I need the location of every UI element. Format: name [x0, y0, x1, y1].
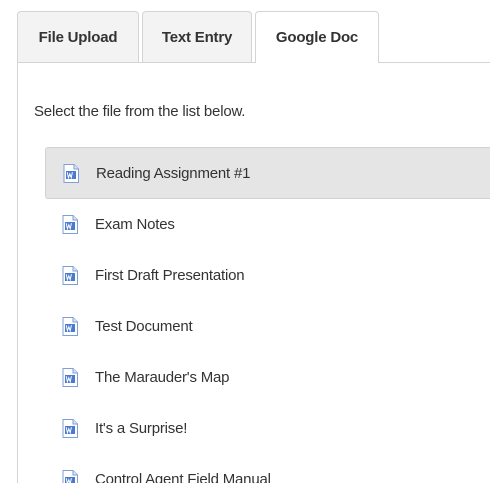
file-name: Reading Assignment #1 — [96, 164, 251, 182]
file-item-field-manual[interactable]: Control Agent Field Manual — [45, 454, 490, 483]
submission-tabs: File Upload Text Entry Google Doc — [17, 11, 382, 63]
panel-border — [17, 62, 18, 483]
tab-google-doc[interactable]: Google Doc — [255, 11, 379, 63]
file-list: Reading Assignment #1 Exam Notes First D… — [45, 147, 490, 483]
file-item-exam-notes[interactable]: Exam Notes — [45, 199, 490, 250]
file-name: Control Agent Field Manual — [95, 471, 271, 483]
file-item-test-document[interactable]: Test Document — [45, 301, 490, 352]
google-doc-icon — [63, 163, 79, 183]
file-item-surprise[interactable]: It's a Surprise! — [45, 403, 490, 454]
instructions-text: Select the file from the list below. — [34, 103, 246, 120]
google-doc-icon — [62, 266, 78, 285]
file-name: It's a Surprise! — [95, 420, 188, 437]
google-doc-icon — [62, 419, 78, 438]
file-item-reading-assignment[interactable]: Reading Assignment #1 — [45, 147, 490, 199]
tab-text-entry[interactable]: Text Entry — [142, 11, 252, 62]
file-item-first-draft[interactable]: First Draft Presentation — [45, 250, 490, 301]
file-item-marauders-map[interactable]: The Marauder's Map — [45, 352, 490, 403]
google-doc-icon — [62, 317, 78, 336]
tab-file-upload[interactable]: File Upload — [17, 11, 139, 62]
google-doc-icon — [62, 215, 78, 234]
file-name: Exam Notes — [95, 216, 175, 233]
file-name: Test Document — [95, 318, 193, 335]
submission-panel: File Upload Text Entry Google Doc Select… — [0, 0, 490, 483]
google-doc-icon — [62, 368, 78, 387]
file-name: The Marauder's Map — [95, 369, 230, 386]
google-doc-icon — [62, 470, 78, 483]
file-name: First Draft Presentation — [95, 267, 245, 284]
